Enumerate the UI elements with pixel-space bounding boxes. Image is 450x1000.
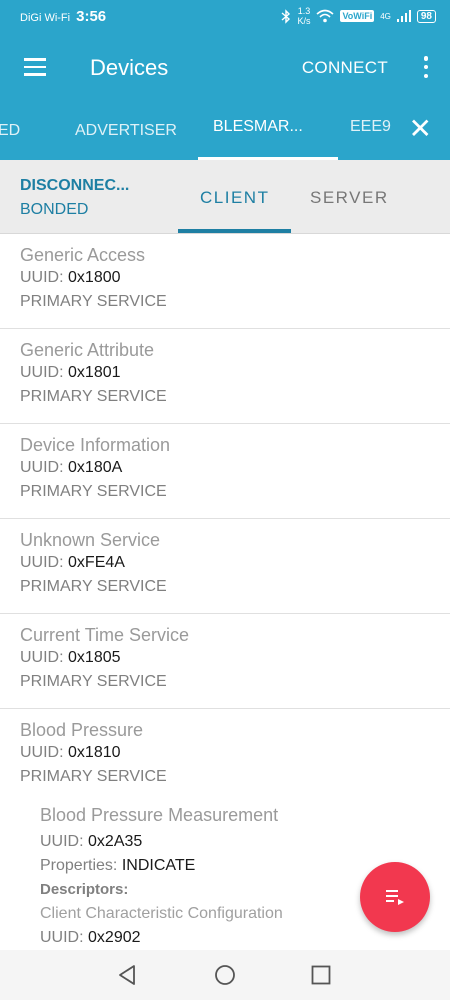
nav-recents-icon[interactable] [310, 964, 332, 986]
status-time: 3:56 [76, 8, 107, 25]
service-uuid: 0xFE4A [68, 554, 125, 571]
characteristic-name: Blood Pressure Measurement [40, 805, 279, 825]
characteristic-properties: INDICATE [121, 857, 196, 874]
bluetooth-icon [281, 8, 291, 24]
status-bar: DiGi Wi-Fi 3:56 1.3 K/s VoWiFi 4G 98 [0, 0, 450, 34]
uuid-label: UUID: [20, 744, 64, 761]
signal-icon [396, 10, 411, 22]
uuid-label: UUID: [20, 554, 64, 571]
service-name: Current Time Service [20, 625, 190, 645]
tab-eee9[interactable]: EEE9 [350, 118, 391, 136]
uuid-label: UUID: [20, 459, 64, 476]
service-uuid: 0x1810 [68, 744, 121, 761]
tab-client[interactable]: CLIENT [200, 188, 269, 208]
hamburger-menu-icon[interactable] [24, 58, 46, 76]
close-icon[interactable]: ✕ [409, 115, 432, 143]
service-item[interactable]: Unknown Service UUID: 0xFE4A PRIMARY SER… [0, 519, 450, 614]
service-uuid: 0x1805 [68, 649, 121, 666]
carrier-label: DiGi Wi-Fi [20, 12, 71, 24]
service-item[interactable]: Device Information UUID: 0x180A PRIMARY … [0, 424, 450, 519]
subtab-indicator [178, 229, 291, 233]
service-type: PRIMARY SERVICE [20, 293, 167, 310]
app-bar: Devices CONNECT [0, 34, 450, 100]
uuid-label: UUID: [20, 649, 64, 666]
tab-server[interactable]: SERVER [310, 188, 389, 208]
descriptor-uuid: 0x2902 [88, 929, 141, 946]
service-name: Blood Pressure [20, 720, 144, 740]
network-type: 4G [380, 11, 391, 21]
service-uuid: 0x1801 [68, 364, 121, 381]
uuid-label: UUID: [20, 269, 64, 286]
log-fab-button[interactable] [360, 862, 430, 932]
service-type: PRIMARY SERVICE [20, 388, 167, 405]
uuid-label: UUID: [40, 833, 84, 850]
service-type: PRIMARY SERVICE [20, 578, 167, 595]
service-type: PRIMARY SERVICE [20, 483, 167, 500]
service-list: Generic Access UUID: 0x1800 PRIMARY SERV… [0, 234, 450, 804]
nav-home-icon[interactable] [214, 964, 236, 986]
characteristic-item[interactable]: Blood Pressure Measurement UUID: 0x2A35 … [40, 800, 360, 950]
properties-label: Properties: [40, 857, 118, 874]
nav-back-icon[interactable] [116, 964, 138, 986]
system-nav-bar [0, 950, 450, 1000]
device-tabs: ED ADVERTISER BLESMAR... EEE9 ✕ [0, 100, 450, 160]
service-type: PRIMARY SERVICE [20, 673, 167, 690]
log-list-icon [386, 890, 404, 905]
uuid-label: UUID: [20, 364, 64, 381]
service-uuid: 0x1800 [68, 269, 121, 286]
service-uuid: 0x180A [68, 459, 123, 476]
tab-blesmart[interactable]: BLESMAR... [213, 118, 303, 136]
app-title: Devices [90, 55, 169, 80]
service-name: Unknown Service [20, 530, 161, 550]
service-item[interactable]: Generic Access UUID: 0x1800 PRIMARY SERV… [0, 234, 450, 329]
more-vertical-icon[interactable] [420, 56, 432, 78]
uuid-label: UUID: [40, 929, 84, 946]
connect-button[interactable]: CONNECT [302, 58, 388, 78]
wifi-icon [316, 9, 334, 23]
bond-state: BONDED [20, 201, 89, 218]
service-name: Device Information [20, 435, 171, 455]
service-name: Generic Access [20, 245, 146, 265]
service-item[interactable]: Current Time Service UUID: 0x1805 PRIMAR… [0, 614, 450, 709]
speed-unit: K/s [297, 16, 311, 26]
service-item[interactable]: Blood Pressure UUID: 0x1810 PRIMARY SERV… [0, 709, 450, 804]
descriptor-name[interactable]: Client Characteristic Configuration [40, 902, 360, 926]
connection-state: DISCONNEC... [20, 177, 130, 194]
network-speed: 1.3 K/s [297, 6, 310, 26]
characteristic-uuid: 0x2A35 [88, 833, 143, 850]
descriptors-label: Descriptors: [40, 881, 129, 898]
vowifi-badge: VoWiFi [340, 10, 375, 22]
battery-indicator: 98 [416, 9, 436, 23]
speed-value: 1.3 [297, 6, 311, 16]
service-type: PRIMARY SERVICE [20, 768, 167, 785]
tab-bonded[interactable]: ED [0, 122, 20, 140]
service-item[interactable]: Generic Attribute UUID: 0x1801 PRIMARY S… [0, 329, 450, 424]
tab-advertiser[interactable]: ADVERTISER [75, 122, 177, 140]
service-name: Generic Attribute [20, 340, 155, 360]
device-subheader: DISCONNEC... BONDED CLIENT SERVER [0, 160, 450, 234]
